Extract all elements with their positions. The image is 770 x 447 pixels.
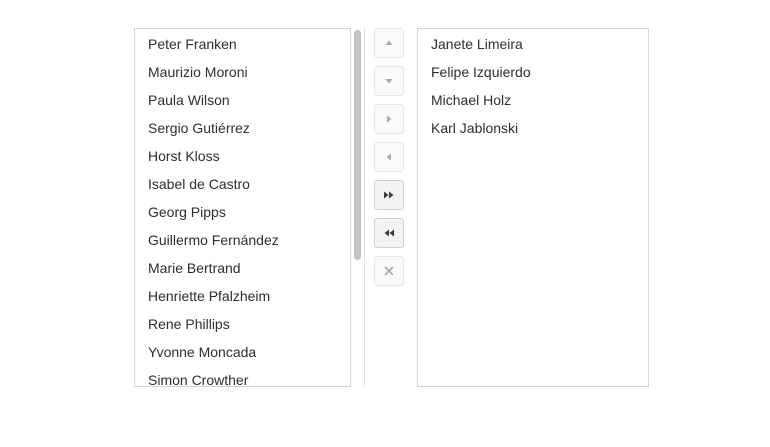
list-item[interactable]: Marie Bertrand — [135, 254, 350, 282]
source-listbox[interactable]: Peter Franken Maurizio Moroni Paula Wilson… — [134, 28, 351, 387]
transfer-all-to-button[interactable] — [374, 180, 404, 210]
list-item[interactable]: Peter Franken — [135, 30, 350, 58]
move-down-button[interactable] — [374, 66, 404, 96]
scrollbar-thumb[interactable] — [354, 30, 361, 260]
list-item[interactable]: Isabel de Castro — [135, 170, 350, 198]
close-icon — [383, 265, 395, 277]
list-item[interactable]: Guillermo Fernández — [135, 226, 350, 254]
list-item[interactable]: Henriette Pfalzheim — [135, 282, 350, 310]
list-item[interactable]: Horst Kloss — [135, 142, 350, 170]
triangle-down-icon — [383, 75, 395, 87]
list-item[interactable]: Karl Jablonski — [418, 114, 648, 142]
list-item[interactable]: Paula Wilson — [135, 86, 350, 114]
list-item[interactable]: Yvonne Moncada — [135, 338, 350, 366]
list-item[interactable]: Felipe Izquierdo — [418, 58, 648, 86]
double-arrow-left-icon — [383, 227, 395, 239]
double-arrow-right-icon — [383, 189, 395, 201]
source-list: Peter Franken Maurizio Moroni Paula Wilson… — [135, 30, 350, 386]
remove-button[interactable] — [374, 256, 404, 286]
target-list: Janete Limeira Felipe Izquierdo Michael Ho… — [418, 30, 648, 142]
list-item[interactable]: Janete Limeira — [418, 30, 648, 58]
triangle-right-icon — [383, 113, 395, 125]
listbox-transfer-widget: Peter Franken Maurizio Moroni Paula Wilson… — [0, 0, 770, 447]
list-item[interactable]: Sergio Gutiérrez — [135, 114, 350, 142]
transfer-to-button[interactable] — [374, 104, 404, 134]
transfer-from-button[interactable] — [374, 142, 404, 172]
target-listbox[interactable]: Janete Limeira Felipe Izquierdo Michael Ho… — [417, 28, 649, 387]
list-item[interactable]: Georg Pipps — [135, 198, 350, 226]
transfer-all-from-button[interactable] — [374, 218, 404, 248]
list-item[interactable]: Rene Phillips — [135, 310, 350, 338]
triangle-up-icon — [383, 37, 395, 49]
triangle-left-icon — [383, 151, 395, 163]
move-up-button[interactable] — [374, 28, 404, 58]
list-item[interactable]: Michael Holz — [418, 86, 648, 114]
list-item[interactable]: Maurizio Moroni — [135, 58, 350, 86]
list-item[interactable]: Simon Crowther — [135, 366, 350, 386]
source-list-scrollbar[interactable] — [351, 28, 365, 387]
